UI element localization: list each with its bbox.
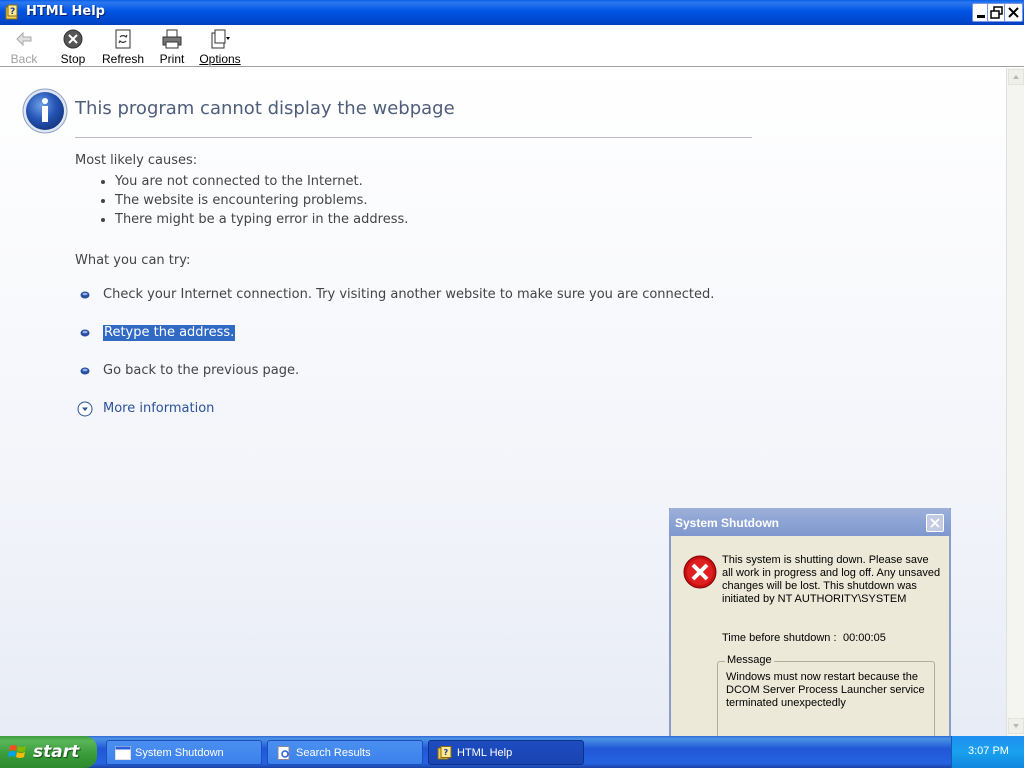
svg-text:?: ? (10, 7, 15, 17)
windows-logo-icon (8, 745, 26, 758)
cause-item: There might be a typing error in the add… (101, 212, 408, 231)
restore-icon (990, 6, 1003, 19)
close-icon (930, 518, 940, 528)
scroll-up-arrow-icon[interactable] (1008, 69, 1024, 85)
close-button[interactable] (1004, 3, 1023, 22)
help-app-icon: ? (437, 746, 452, 760)
options-icon (211, 29, 230, 49)
start-label: start (33, 742, 80, 762)
system-shutdown-dialog: System Shutdown This system is shutting … (669, 508, 951, 762)
blue-bullet-icon (80, 291, 90, 299)
taskbar-item-search-results[interactable]: Search Results (267, 740, 423, 765)
cause-item: The website is encountering problems. (101, 193, 408, 212)
more-information-label[interactable]: More information (103, 401, 214, 417)
print-button[interactable]: Print (156, 28, 188, 66)
refresh-icon (115, 29, 131, 49)
vertical-scrollbar[interactable] (1006, 68, 1024, 736)
printer-icon (162, 29, 182, 49)
shutdown-message: This system is shutting down. Please sav… (722, 554, 941, 605)
document-search-icon (277, 746, 290, 760)
back-label: Back (10, 52, 38, 66)
scroll-down-arrow-icon[interactable] (1008, 718, 1024, 734)
stop-label: Stop (60, 52, 86, 66)
taskbar-item-system-shutdown[interactable]: System Shutdown (106, 740, 262, 765)
start-button[interactable]: start (0, 736, 97, 768)
taskbar-item-label: System Shutdown (135, 747, 224, 759)
expand-chevron-icon (77, 401, 93, 417)
taskbar-item-label: Search Results (296, 747, 371, 759)
try-item-text: Go back to the previous page. (103, 363, 300, 378)
stop-button[interactable]: Stop (56, 28, 90, 66)
causes-list: You are not connected to the Internet. T… (101, 174, 408, 231)
dialog-title-bar[interactable]: System Shutdown (669, 508, 951, 536)
svg-text:?: ? (444, 748, 449, 757)
title-divider (75, 137, 752, 138)
window-icon (115, 746, 131, 760)
title-bar[interactable]: ? HTML Help (0, 0, 1024, 25)
tray-clock[interactable]: 3:07 PM (968, 745, 1009, 757)
refresh-label: Refresh (101, 52, 145, 66)
taskbar: start System Shutdown Search Results ? H… (0, 736, 1024, 768)
message-groupbox-text: Windows must now restart because the DCO… (726, 671, 925, 709)
taskbar-item-html-help[interactable]: ? HTML Help (428, 740, 584, 765)
page-title: This program cannot display the webpage (75, 98, 455, 119)
print-label: Print (159, 52, 185, 66)
taskbar-item-label: HTML Help (457, 747, 513, 759)
toolbar: Back Stop Refresh Print Options (0, 25, 1024, 67)
blue-bullet-icon (80, 367, 90, 375)
time-before-shutdown-label: Time before shutdown : (722, 632, 837, 644)
close-icon (1008, 7, 1019, 18)
help-app-icon: ? (5, 4, 18, 20)
system-tray: 3:07 PM (951, 736, 1024, 768)
back-arrow-icon (16, 31, 32, 47)
try-item-text: Check your Internet connection. Try visi… (103, 287, 715, 302)
message-groupbox-label: Message (725, 654, 774, 666)
try-item-text-selected[interactable]: Retype the address. (103, 325, 236, 341)
time-before-shutdown-value: 00:00:05 (843, 632, 886, 644)
window-title: HTML Help (26, 4, 105, 19)
cause-item: You are not connected to the Internet. (101, 174, 408, 193)
blue-bullet-icon (80, 329, 90, 337)
error-icon (683, 555, 717, 589)
dialog-title: System Shutdown (675, 516, 780, 530)
causes-heading: Most likely causes: (75, 153, 198, 168)
try-heading: What you can try: (75, 253, 191, 268)
info-icon (22, 88, 68, 134)
back-button[interactable]: Back (6, 28, 42, 66)
dialog-close-button[interactable] (926, 514, 944, 532)
refresh-button[interactable]: Refresh (100, 28, 146, 66)
options-button[interactable]: Options (198, 28, 242, 66)
options-label: Options (199, 52, 241, 66)
stop-icon (63, 29, 83, 49)
